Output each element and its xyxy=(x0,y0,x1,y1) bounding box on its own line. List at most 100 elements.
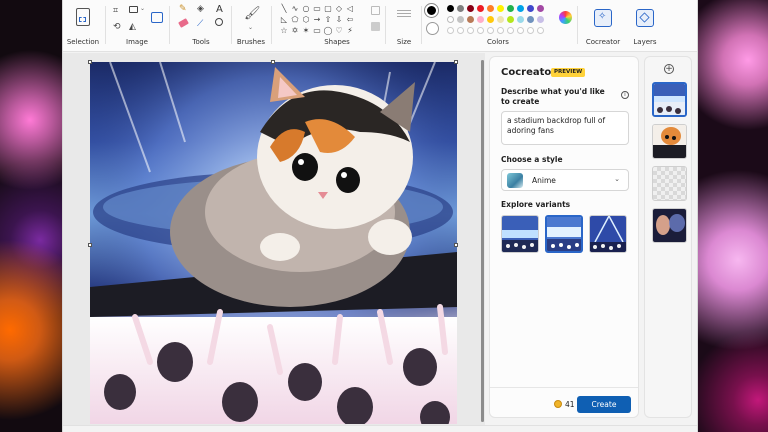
palette-swatch[interactable] xyxy=(507,16,514,23)
cocreator-toggle-button[interactable]: ✧ xyxy=(594,9,612,27)
arrow-down-shape-icon[interactable]: ⇩ xyxy=(334,15,344,25)
color-picker-icon[interactable]: ⟋ xyxy=(197,19,203,29)
ribbon-group-cocreator: ✧ Cocreator xyxy=(581,0,625,52)
canvas-workspace[interactable] xyxy=(63,53,485,425)
fill-bucket-icon[interactable]: ◈ xyxy=(197,4,204,14)
rectangle-shape-icon[interactable]: ▭ xyxy=(312,4,322,14)
palette-swatch[interactable] xyxy=(447,16,454,23)
lightning-shape-icon[interactable]: ⚡ xyxy=(345,26,355,36)
layers-toggle-button[interactable] xyxy=(636,9,654,27)
star-shape-icon[interactable]: ☆ xyxy=(279,26,289,36)
add-layer-icon[interactable]: + xyxy=(664,64,674,74)
line-shape-icon[interactable]: ╲ xyxy=(279,4,289,14)
curve-shape-icon[interactable]: ∿ xyxy=(290,4,300,14)
style-dropdown[interactable]: Anime ⌄ xyxy=(501,169,629,191)
info-icon[interactable]: i xyxy=(621,91,629,99)
resize-icon[interactable] xyxy=(129,6,138,13)
arrow-right-shape-icon[interactable]: → xyxy=(312,15,322,25)
edit-colors-icon[interactable] xyxy=(559,11,572,24)
custom-color-slot[interactable] xyxy=(477,27,484,34)
ribbon-group-colors: Colors xyxy=(423,0,573,52)
custom-color-slot[interactable] xyxy=(447,27,454,34)
palette-swatch[interactable] xyxy=(537,16,544,23)
palette-swatch[interactable] xyxy=(517,5,524,12)
custom-color-slot[interactable] xyxy=(457,27,464,34)
custom-color-slot[interactable] xyxy=(467,27,474,34)
shape-outline-icon[interactable] xyxy=(371,6,380,15)
shape-fill-icon[interactable] xyxy=(371,22,380,31)
canvas-vertical-scrollbar[interactable] xyxy=(481,60,484,422)
palette-swatch[interactable] xyxy=(467,5,474,12)
chevron-down-icon[interactable]: ⌄ xyxy=(140,5,145,12)
palette-swatch[interactable] xyxy=(537,5,544,12)
resize-handle-left[interactable] xyxy=(88,243,92,247)
resize-handle-right[interactable] xyxy=(454,243,458,247)
six-point-star-shape-icon[interactable]: ✡ xyxy=(290,26,300,36)
canvas-image[interactable] xyxy=(90,62,457,424)
palette-swatch[interactable] xyxy=(487,16,494,23)
callout-oval-shape-icon[interactable]: ◯ xyxy=(323,26,333,36)
arrow-up-shape-icon[interactable]: ⇧ xyxy=(323,15,333,25)
rotate-icon[interactable]: ⟲ xyxy=(113,22,121,32)
palette-swatch[interactable] xyxy=(457,5,464,12)
custom-color-slot[interactable] xyxy=(527,27,534,34)
shapes-gallery[interactable]: ╲ ∿ ○ ▭ ▢ ◇ ◁ ◺ ⬠ ⬡ → ⇧ ⇩ ⇦ ☆ ✡ ✶ ▭ ◯ ♡ xyxy=(279,4,357,36)
text-tool-icon[interactable]: A xyxy=(216,4,223,15)
custom-color-slot[interactable] xyxy=(517,27,524,34)
palette-swatch[interactable] xyxy=(457,16,464,23)
layer-thumbnail-4[interactable] xyxy=(652,208,687,243)
prompt-input[interactable]: a stadium backdrop full of adoring fans xyxy=(501,111,629,145)
variant-thumbnail-2[interactable] xyxy=(545,215,583,253)
magnifier-icon[interactable] xyxy=(215,18,223,26)
starburst-shape-icon[interactable]: ✶ xyxy=(301,26,311,36)
layer-thumbnail-3[interactable] xyxy=(652,166,687,201)
flip-icon[interactable]: ◭ xyxy=(129,22,136,32)
ribbon-label-shapes: Shapes xyxy=(324,38,350,46)
rounded-rectangle-shape-icon[interactable]: ▢ xyxy=(323,4,333,14)
pencil-icon[interactable]: ✎ xyxy=(179,4,187,14)
stroke-size-icon[interactable] xyxy=(397,10,411,11)
selection-icon[interactable] xyxy=(76,8,90,26)
callout-rect-shape-icon[interactable]: ▭ xyxy=(312,26,322,36)
resize-handle-top[interactable] xyxy=(271,60,275,64)
sparkle-icon: ✧ xyxy=(598,11,607,22)
palette-swatch[interactable] xyxy=(517,16,524,23)
oval-shape-icon[interactable]: ○ xyxy=(301,4,311,14)
resize-handle-top-right[interactable] xyxy=(454,60,458,64)
primary-color-swatch[interactable] xyxy=(425,4,438,17)
palette-swatch[interactable] xyxy=(497,5,504,12)
layer-thumbnail-1[interactable] xyxy=(652,82,687,117)
layer-thumbnail-2[interactable] xyxy=(652,124,687,159)
custom-color-slot[interactable] xyxy=(487,27,494,34)
diamond-shape-icon[interactable]: ◇ xyxy=(334,4,344,14)
ribbon-label-selection: Selection xyxy=(66,38,100,46)
secondary-color-swatch[interactable] xyxy=(426,22,439,35)
arrow-left-shape-icon[interactable]: ⇦ xyxy=(345,15,355,25)
right-triangle-shape-icon[interactable]: ◺ xyxy=(279,15,289,25)
triangle-shape-icon[interactable]: ◁ xyxy=(345,4,355,14)
palette-swatch[interactable] xyxy=(497,16,504,23)
create-button[interactable]: Create xyxy=(577,396,631,413)
heart-shape-icon[interactable]: ♡ xyxy=(334,26,344,36)
resize-handle-top-left[interactable] xyxy=(88,60,92,64)
variant-thumbnail-1[interactable] xyxy=(501,215,539,253)
palette-swatch[interactable] xyxy=(477,16,484,23)
chevron-down-icon[interactable]: ⌄ xyxy=(248,24,253,31)
palette-swatch[interactable] xyxy=(447,5,454,12)
crop-icon[interactable]: ⌗ xyxy=(113,6,118,16)
palette-swatch[interactable] xyxy=(527,5,534,12)
pentagon-shape-icon[interactable]: ⬠ xyxy=(290,15,300,25)
image-properties-icon[interactable] xyxy=(151,12,163,23)
palette-swatch[interactable] xyxy=(527,16,534,23)
palette-swatch[interactable] xyxy=(477,5,484,12)
palette-swatch[interactable] xyxy=(467,16,474,23)
variant-thumbnail-3[interactable] xyxy=(589,215,627,253)
hexagon-shape-icon[interactable]: ⬡ xyxy=(301,15,311,25)
eraser-icon[interactable] xyxy=(178,18,189,28)
palette-swatch[interactable] xyxy=(507,5,514,12)
custom-color-slot[interactable] xyxy=(507,27,514,34)
custom-color-slot[interactable] xyxy=(497,27,504,34)
brush-icon[interactable]: 🖌 xyxy=(244,6,261,21)
palette-swatch[interactable] xyxy=(487,5,494,12)
custom-color-slot[interactable] xyxy=(537,27,544,34)
